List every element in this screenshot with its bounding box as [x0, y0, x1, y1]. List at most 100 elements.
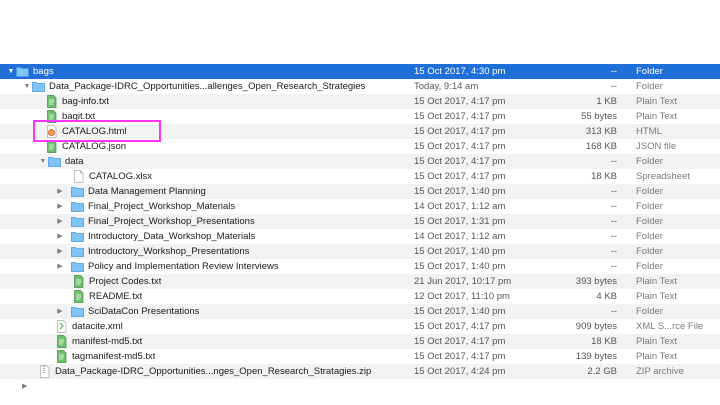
- file-size: 393 bytes: [575, 276, 617, 287]
- file-row[interactable]: ▶ Introductory_Data_Workshop_Materials 1…: [0, 229, 720, 244]
- file-name: Introductory_Workshop_Presentations: [88, 246, 250, 257]
- file-kind: Folder: [636, 216, 663, 227]
- file-size: 18 KB: [591, 336, 617, 347]
- xml-file-icon: [55, 320, 68, 333]
- file-size: --: [610, 81, 617, 92]
- disclosure-triangle-closed-icon[interactable]: ▶: [55, 229, 65, 244]
- file-date: 21 Jun 2017, 10:17 pm: [414, 276, 512, 287]
- file-name: bags: [33, 66, 54, 77]
- file-name: Introductory_Data_Workshop_Materials: [88, 231, 256, 242]
- file-date: 15 Oct 2017, 4:17 pm: [414, 351, 506, 362]
- file-name: bag-info.txt: [62, 96, 109, 107]
- file-row[interactable]: ▶ Policy and Implementation Review Inter…: [0, 259, 720, 274]
- file-kind: JSON file: [636, 141, 677, 152]
- file-size: 909 bytes: [575, 321, 617, 332]
- file-size: --: [610, 261, 617, 272]
- file-kind: Folder: [636, 261, 663, 272]
- file-date: 15 Oct 2017, 4:17 pm: [414, 171, 506, 182]
- folder-icon: [71, 200, 84, 213]
- file-name: datacite.xml: [72, 321, 123, 332]
- disclosure-triangle-closed-icon[interactable]: ▶: [55, 244, 65, 259]
- file-date: 15 Oct 2017, 4:17 pm: [414, 141, 506, 152]
- file-name: Policy and Implementation Review Intervi…: [88, 261, 279, 272]
- file-kind: Plain Text: [636, 336, 678, 347]
- file-row[interactable]: ▼ Data_Package-IDRC_Opportunities...alle…: [0, 79, 720, 94]
- file-size: --: [610, 246, 617, 257]
- text-file-icon: [45, 140, 58, 153]
- disclosure-triangle-closed-icon[interactable]: ▶: [55, 259, 65, 274]
- folder-icon: [71, 245, 84, 258]
- file-date: 14 Oct 2017, 1:12 am: [414, 201, 506, 212]
- file-name: CATALOG.xlsx: [89, 171, 152, 182]
- file-date: 15 Oct 2017, 1:40 pm: [414, 306, 506, 317]
- text-file-icon: [55, 335, 68, 348]
- file-row[interactable]: CATALOG.json 15 Oct 2017, 4:17 pm 168 KB…: [0, 139, 720, 154]
- file-date: 15 Oct 2017, 1:40 pm: [414, 186, 506, 197]
- file-row[interactable]: manifest-md5.txt 15 Oct 2017, 4:17 pm 18…: [0, 334, 720, 349]
- folder-icon: [71, 305, 84, 318]
- file-row[interactable]: tagmanifest-md5.txt 15 Oct 2017, 4:17 pm…: [0, 349, 720, 364]
- file-name: manifest-md5.txt: [72, 336, 143, 347]
- file-row[interactable]: CATALOG.html 15 Oct 2017, 4:17 pm 313 KB…: [0, 124, 720, 139]
- folder-icon: [48, 155, 61, 168]
- file-name: CATALOG.json: [62, 141, 127, 152]
- file-size: --: [610, 201, 617, 212]
- file-size: 55 bytes: [581, 111, 617, 122]
- file-size: 1 KB: [596, 96, 617, 107]
- file-kind: Folder: [636, 156, 663, 167]
- file-name: SciDataCon Presentations: [88, 306, 200, 317]
- file-date: Today, 9:14 am: [414, 81, 479, 92]
- file-row[interactable]: ▶ Introductory_Workshop_Presentations 15…: [0, 244, 720, 259]
- file-kind: Folder: [636, 306, 663, 317]
- disclosure-triangle-open-icon[interactable]: ▼: [22, 79, 32, 94]
- file-kind: HTML: [636, 126, 662, 137]
- file-name: Final_Project_Workshop_Materials: [88, 201, 236, 212]
- folder-icon: [71, 215, 84, 228]
- file-row[interactable]: ▶ Final_Project_Workshop_Presentations 1…: [0, 214, 720, 229]
- file-kind: Plain Text: [636, 291, 678, 302]
- file-name: Data Management Planning: [88, 186, 206, 197]
- disclosure-triangle-open-icon[interactable]: ▼: [38, 154, 48, 169]
- file-name: Project Codes.txt: [89, 276, 162, 287]
- file-row[interactable]: ▶ Data Management Planning 15 Oct 2017, …: [0, 184, 720, 199]
- file-row[interactable]: ▶ SciDataCon Presentations 15 Oct 2017, …: [0, 304, 720, 319]
- file-row[interactable]: bag-info.txt 15 Oct 2017, 4:17 pm 1 KB P…: [0, 94, 720, 109]
- text-file-icon: [55, 350, 68, 363]
- disclosure-triangle-open-icon[interactable]: ▼: [6, 64, 16, 79]
- file-date: 15 Oct 2017, 1:40 pm: [414, 246, 506, 257]
- file-size: 2.2 GB: [587, 366, 617, 377]
- file-row[interactable]: datacite.xml 15 Oct 2017, 4:17 pm 909 by…: [0, 319, 720, 334]
- file-row-partial: ▶: [0, 379, 720, 391]
- file-row[interactable]: Project Codes.txt 21 Jun 2017, 10:17 pm …: [0, 274, 720, 289]
- disclosure-triangle-closed-icon[interactable]: ▶: [55, 214, 65, 229]
- folder-icon: [71, 230, 84, 243]
- file-name: CATALOG.html: [62, 126, 127, 137]
- file-kind: Plain Text: [636, 96, 678, 107]
- file-date: 15 Oct 2017, 4:17 pm: [414, 96, 506, 107]
- file-date: 15 Oct 2017, 4:17 pm: [414, 321, 506, 332]
- file-size: --: [610, 186, 617, 197]
- file-kind: Folder: [636, 246, 663, 257]
- zip-file-icon: [38, 365, 51, 378]
- folder-icon: [32, 80, 45, 93]
- file-date: 14 Oct 2017, 1:12 am: [414, 231, 506, 242]
- disclosure-triangle-closed-icon[interactable]: ▶: [22, 379, 32, 394]
- file-row[interactable]: CATALOG.xlsx 15 Oct 2017, 4:17 pm 18 KB …: [0, 169, 720, 184]
- disclosure-triangle-closed-icon[interactable]: ▶: [55, 304, 65, 319]
- disclosure-triangle-closed-icon[interactable]: ▶: [55, 184, 65, 199]
- file-size: 4 KB: [596, 291, 617, 302]
- file-kind: Plain Text: [636, 351, 678, 362]
- file-row[interactable]: README.txt 12 Oct 2017, 11:10 pm 4 KB Pl…: [0, 289, 720, 304]
- file-row[interactable]: bagit.txt 15 Oct 2017, 4:17 pm 55 bytes …: [0, 109, 720, 124]
- file-row[interactable]: ▼ data 15 Oct 2017, 4:17 pm -- Folder: [0, 154, 720, 169]
- file-row[interactable]: ▶ Final_Project_Workshop_Materials 14 Oc…: [0, 199, 720, 214]
- file-kind: Plain Text: [636, 111, 678, 122]
- disclosure-triangle-closed-icon[interactable]: ▶: [55, 199, 65, 214]
- file-kind: XML S...rce File: [636, 321, 704, 332]
- file-size: --: [610, 231, 617, 242]
- text-file-icon: [72, 275, 85, 288]
- file-row[interactable]: Data_Package-IDRC_Opportunities...nges_O…: [0, 364, 720, 379]
- file-kind: Folder: [636, 186, 663, 197]
- file-row[interactable]: ▼ bags 15 Oct 2017, 4:30 pm -- Folder: [0, 64, 720, 79]
- file-date: 15 Oct 2017, 1:31 pm: [414, 216, 506, 227]
